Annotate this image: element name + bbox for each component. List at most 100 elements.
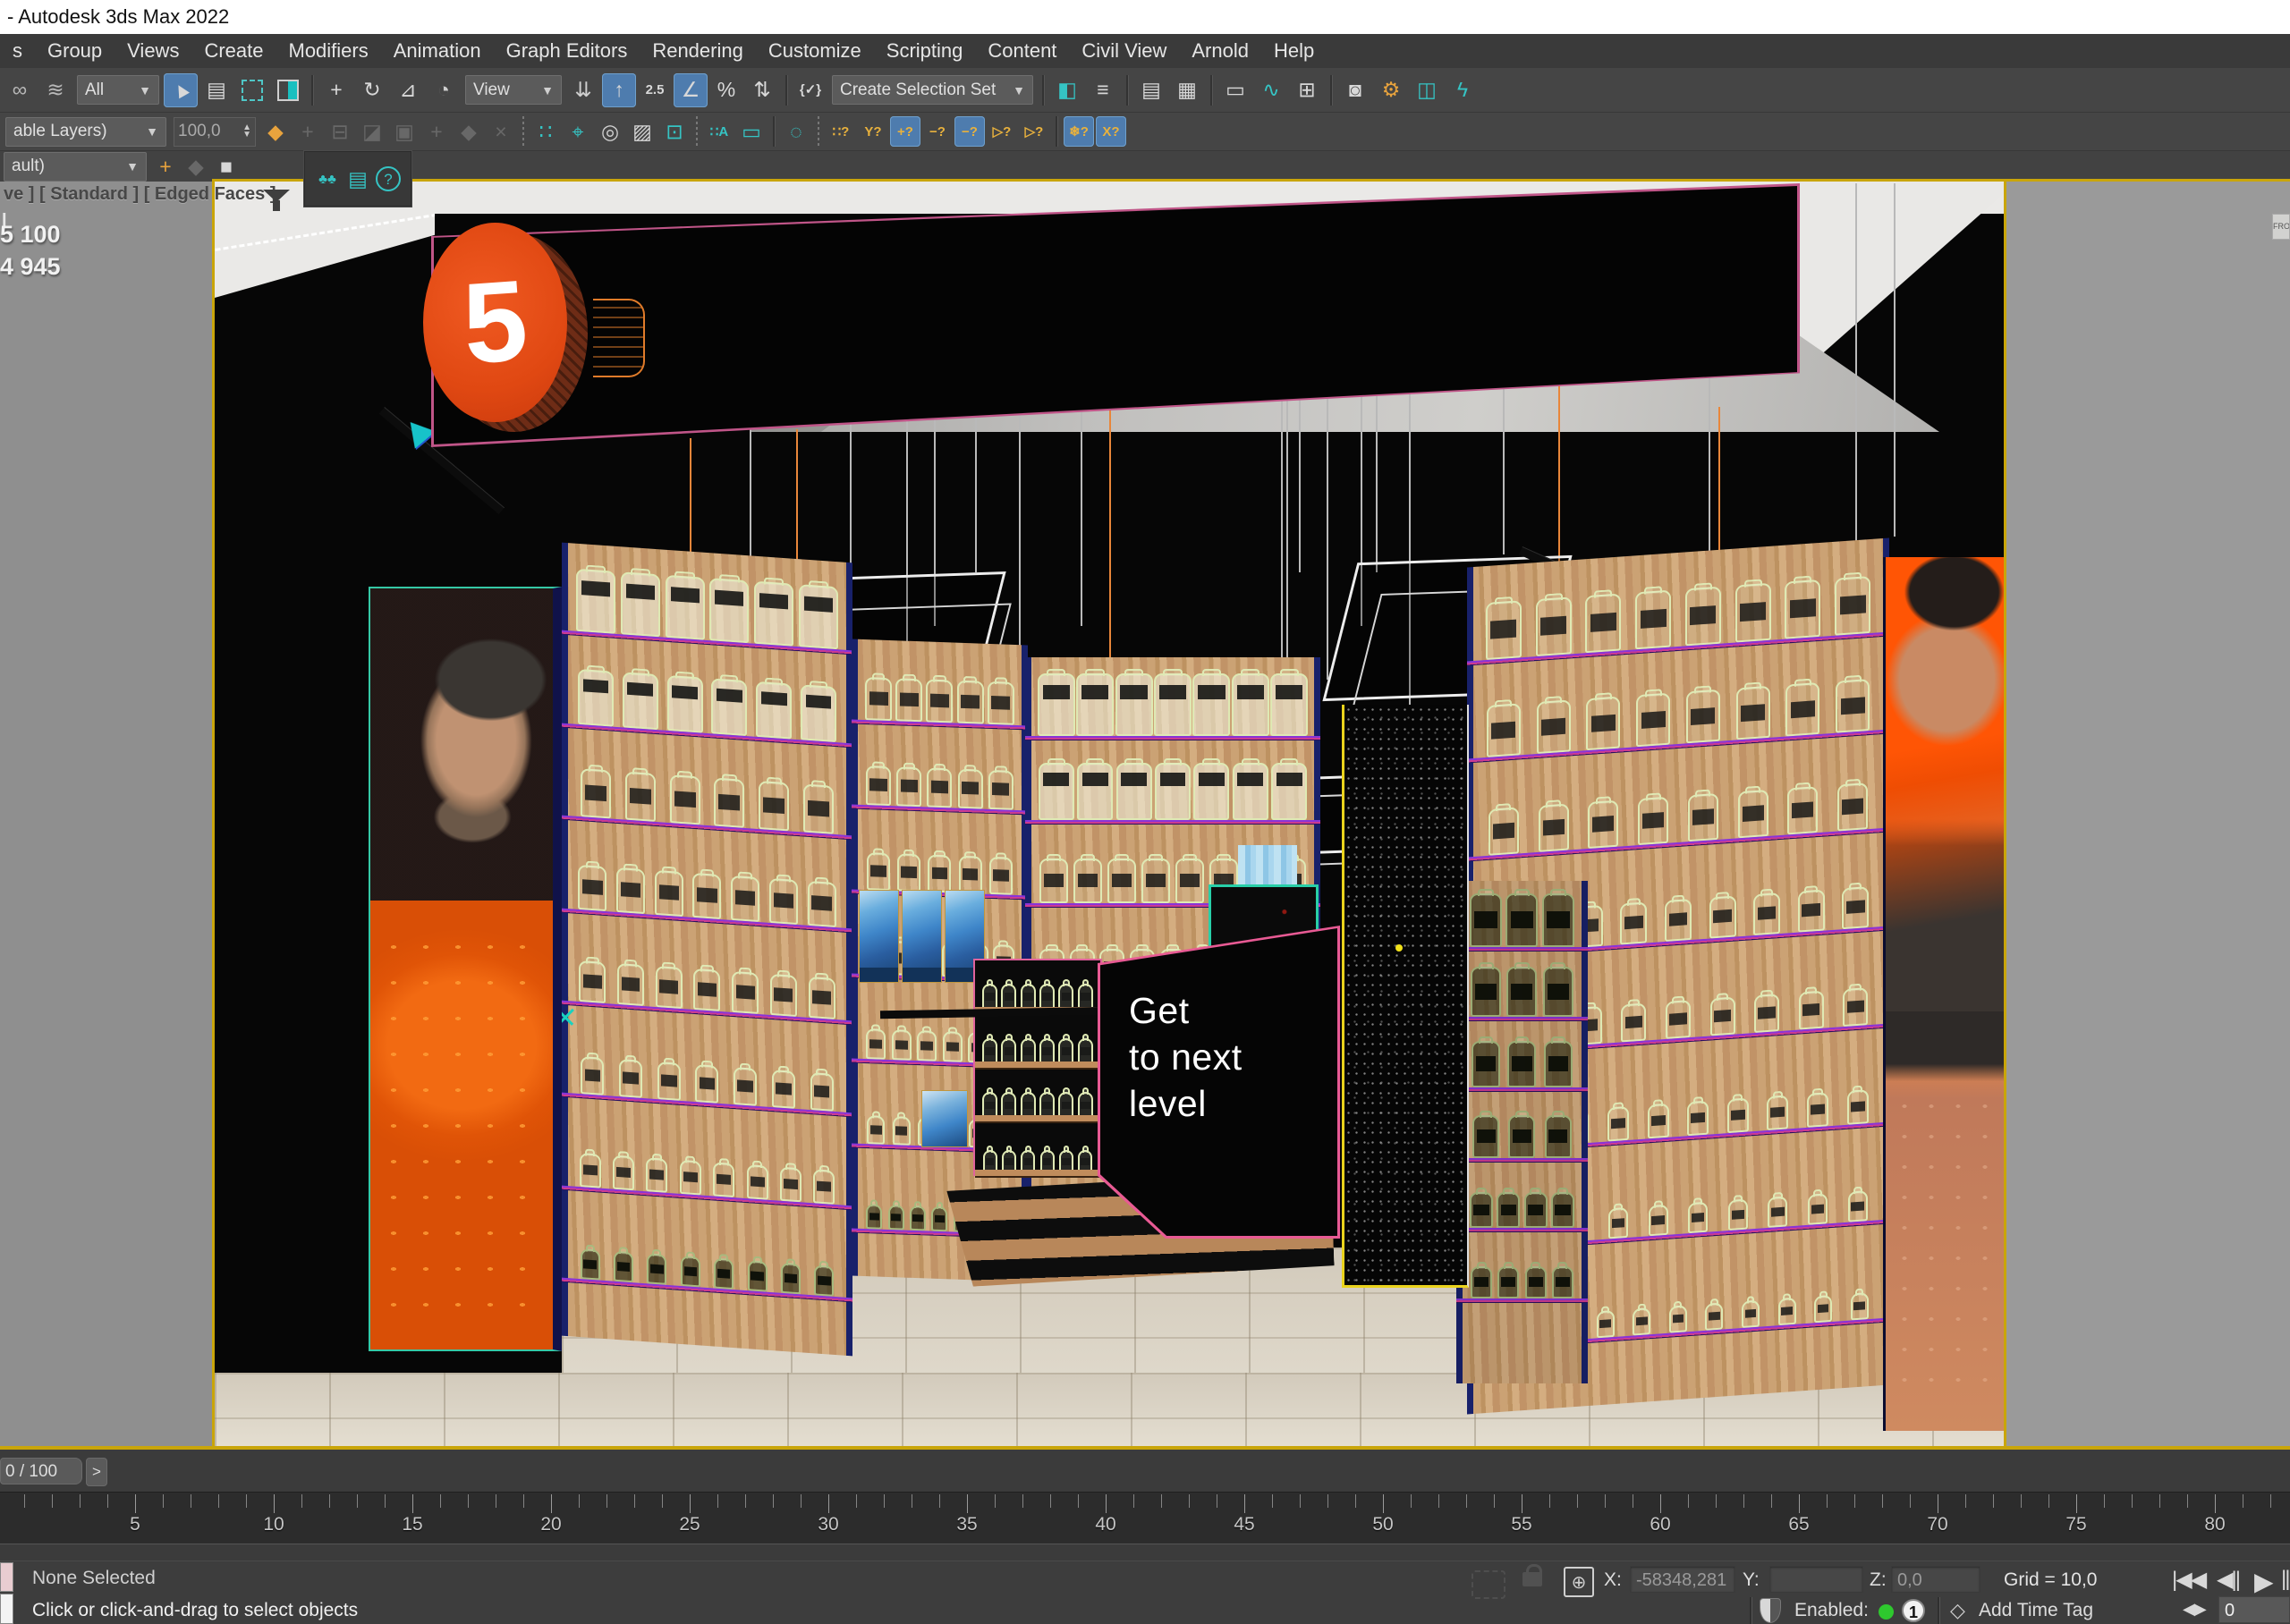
array-icon[interactable]: ⊡	[659, 116, 690, 147]
value-spinner[interactable]: 100,0▲▼	[174, 117, 256, 147]
scene-explorer-icon[interactable]: ▤	[1134, 73, 1168, 107]
freeze-help-icon[interactable]: ❄?	[1064, 116, 1094, 147]
layer-stack-icon[interactable]: ◆	[182, 153, 210, 180]
menu-item-modifiers[interactable]: Modifiers	[276, 34, 381, 68]
menu-item-scripting[interactable]: Scripting	[874, 34, 976, 68]
edit-named-sets-icon[interactable]: {✓}	[793, 73, 827, 107]
measure-icon[interactable]: ▭	[736, 116, 767, 147]
layer-explorer-icon[interactable]: ▦	[1170, 73, 1204, 107]
menu-item-help[interactable]: Help	[1261, 34, 1327, 68]
shield-icon[interactable]	[1760, 1598, 1781, 1623]
add-layer-icon[interactable]: +	[151, 153, 180, 180]
absolute-mode-icon[interactable]: ⊕	[1564, 1567, 1594, 1597]
spinner-arrows-icon[interactable]: ▲▼	[242, 124, 251, 139]
render-production-icon[interactable]: ϟ	[1446, 73, 1480, 107]
menu-item-graph-editors[interactable]: Graph Editors	[494, 34, 640, 68]
maxscript-mini-listener-pink[interactable]	[0, 1562, 13, 1592]
spinner-snap-icon[interactable]: ⇅	[745, 73, 779, 107]
slider-help2-icon[interactable]: −?	[954, 116, 985, 147]
x-coordinate-field[interactable]: -58348,281	[1630, 1566, 1735, 1593]
menu-item-customize[interactable]: Customize	[756, 34, 874, 68]
next-frame-button[interactable]: >	[86, 1458, 107, 1486]
named-selection-set-dropdown[interactable]: Create Selection Set▼	[832, 75, 1033, 105]
use-pivot-center-icon[interactable]: ⇊	[566, 73, 600, 107]
menu-item-arnold[interactable]: Arnold	[1179, 34, 1261, 68]
filter-funnel-icon[interactable]	[261, 190, 292, 216]
play-button[interactable]: ▶	[2254, 1567, 2272, 1596]
angle-snap-icon[interactable]: ∠	[674, 73, 708, 107]
select-and-move-icon[interactable]: +	[319, 73, 353, 107]
menu-item-create[interactable]: Create	[191, 34, 276, 68]
grid-help-icon[interactable]: ∷?	[826, 116, 856, 147]
create-layer-icon[interactable]: +	[293, 116, 323, 147]
current-frame-field[interactable]: 0	[2218, 1596, 2290, 1623]
rectangular-selection-region-icon[interactable]	[235, 73, 269, 107]
maxscript-mini-listener-white[interactable]	[0, 1594, 13, 1624]
key-mode-toggle-icon[interactable]: ◀▶	[2183, 1600, 2206, 1619]
mirror-icon[interactable]: ◧	[1050, 73, 1084, 107]
select-and-scale-icon[interactable]: ⊿	[391, 73, 425, 107]
left-viewport-panel[interactable]	[0, 182, 212, 1446]
z-coordinate-field[interactable]: 0,0	[1891, 1566, 1980, 1593]
arrow-help-icon[interactable]: ▷?	[987, 116, 1017, 147]
add-help-icon[interactable]: +?	[890, 116, 920, 147]
document-icon[interactable]: ▤	[344, 165, 372, 192]
previous-frame-button[interactable]: ◀||	[2217, 1567, 2239, 1593]
menu-item-animation[interactable]: Animation	[381, 34, 494, 68]
menu-item-civil-view[interactable]: Civil View	[1069, 34, 1179, 68]
add-to-layer-icon[interactable]: ◪	[357, 116, 387, 147]
select-and-place-icon[interactable]: ◔	[427, 73, 461, 107]
delete-layer-icon[interactable]: ⊟	[325, 116, 355, 147]
populate-icon[interactable]: ♣♣	[313, 165, 342, 192]
isolate-selection-icon[interactable]	[1472, 1570, 1505, 1599]
timeline-ruler[interactable]: 5101520253035404550556065707580	[0, 1492, 2290, 1544]
expand-layers-icon[interactable]: ◆	[454, 116, 484, 147]
render-setup-icon[interactable]: ⚙	[1374, 73, 1408, 107]
paint-canvas-icon[interactable]: ▨	[627, 116, 657, 147]
selection-filter-dropdown[interactable]: All▼	[77, 75, 159, 105]
circle-selection-icon[interactable]: ◌	[781, 116, 811, 147]
select-and-rotate-icon[interactable]: ↻	[355, 73, 389, 107]
add-time-tag[interactable]: Add Time Tag	[1979, 1600, 2093, 1621]
viewcube-front-face[interactable]: FRONT	[2272, 214, 2290, 240]
spacing-tool-icon[interactable]: ∷	[530, 116, 561, 147]
slider-help-icon[interactable]: −?	[922, 116, 953, 147]
render-frame-icon[interactable]: ◫	[1410, 73, 1444, 107]
align-icon[interactable]: ≡	[1086, 73, 1120, 107]
window-crossing-icon[interactable]	[271, 73, 305, 107]
help-circle-icon[interactable]: ?	[374, 165, 403, 192]
reference-coordinate-dropdown[interactable]: View▼	[465, 75, 562, 105]
menu-item-s[interactable]: s	[0, 34, 35, 68]
menu-item-content[interactable]: Content	[975, 34, 1069, 68]
selection-lock-icon[interactable]	[1522, 1572, 1542, 1586]
snaps-toggle-icon[interactable]: 2.5	[638, 73, 672, 107]
percent-snap-icon[interactable]: %	[709, 73, 743, 107]
clone-align-icon[interactable]: ◎	[595, 116, 625, 147]
select-and-manipulate-icon[interactable]: ↑	[602, 73, 636, 107]
unlink-selection-icon[interactable]: ≋	[38, 73, 72, 107]
placement-target-icon[interactable]: ⌖	[563, 116, 593, 147]
collapse-layers-icon[interactable]: ×	[486, 116, 516, 147]
perspective-viewport[interactable]: 5 Get to next level	[212, 179, 2006, 1449]
go-to-start-button[interactable]: |◀◀	[2172, 1567, 2205, 1593]
menu-item-rendering[interactable]: Rendering	[640, 34, 756, 68]
select-and-link-icon[interactable]: ∞	[3, 73, 37, 107]
layer-manager-icon[interactable]: ◆	[260, 116, 291, 147]
white-swatch-icon[interactable]: ■	[212, 153, 241, 180]
layers-dropdown[interactable]: able Layers)▼	[5, 117, 166, 147]
select-layer-icon[interactable]: ▣	[389, 116, 420, 147]
next-frame-button-2[interactable]: ||	[2281, 1567, 2288, 1592]
default-layer-dropdown[interactable]: ault)▼	[4, 152, 147, 182]
xray-help-icon[interactable]: X?	[1096, 116, 1126, 147]
viewport-label[interactable]: ve ] [ Standard ] [ Edged Faces ]	[4, 184, 276, 205]
arrow-help2-icon[interactable]: ▷?	[1019, 116, 1049, 147]
select-object-icon[interactable]: ▲	[164, 73, 198, 107]
menu-item-group[interactable]: Group	[35, 34, 114, 68]
ribbon-icon[interactable]: ▭	[1218, 73, 1252, 107]
material-editor-icon[interactable]: ◙	[1338, 73, 1372, 107]
menu-item-views[interactable]: Views	[114, 34, 191, 68]
right-viewport-panel[interactable]: FRONT	[2006, 179, 2290, 1446]
select-by-name-icon[interactable]: ▤	[199, 73, 233, 107]
pick-help-icon[interactable]: Y?	[858, 116, 888, 147]
y-coordinate-field[interactable]	[1769, 1566, 1863, 1593]
